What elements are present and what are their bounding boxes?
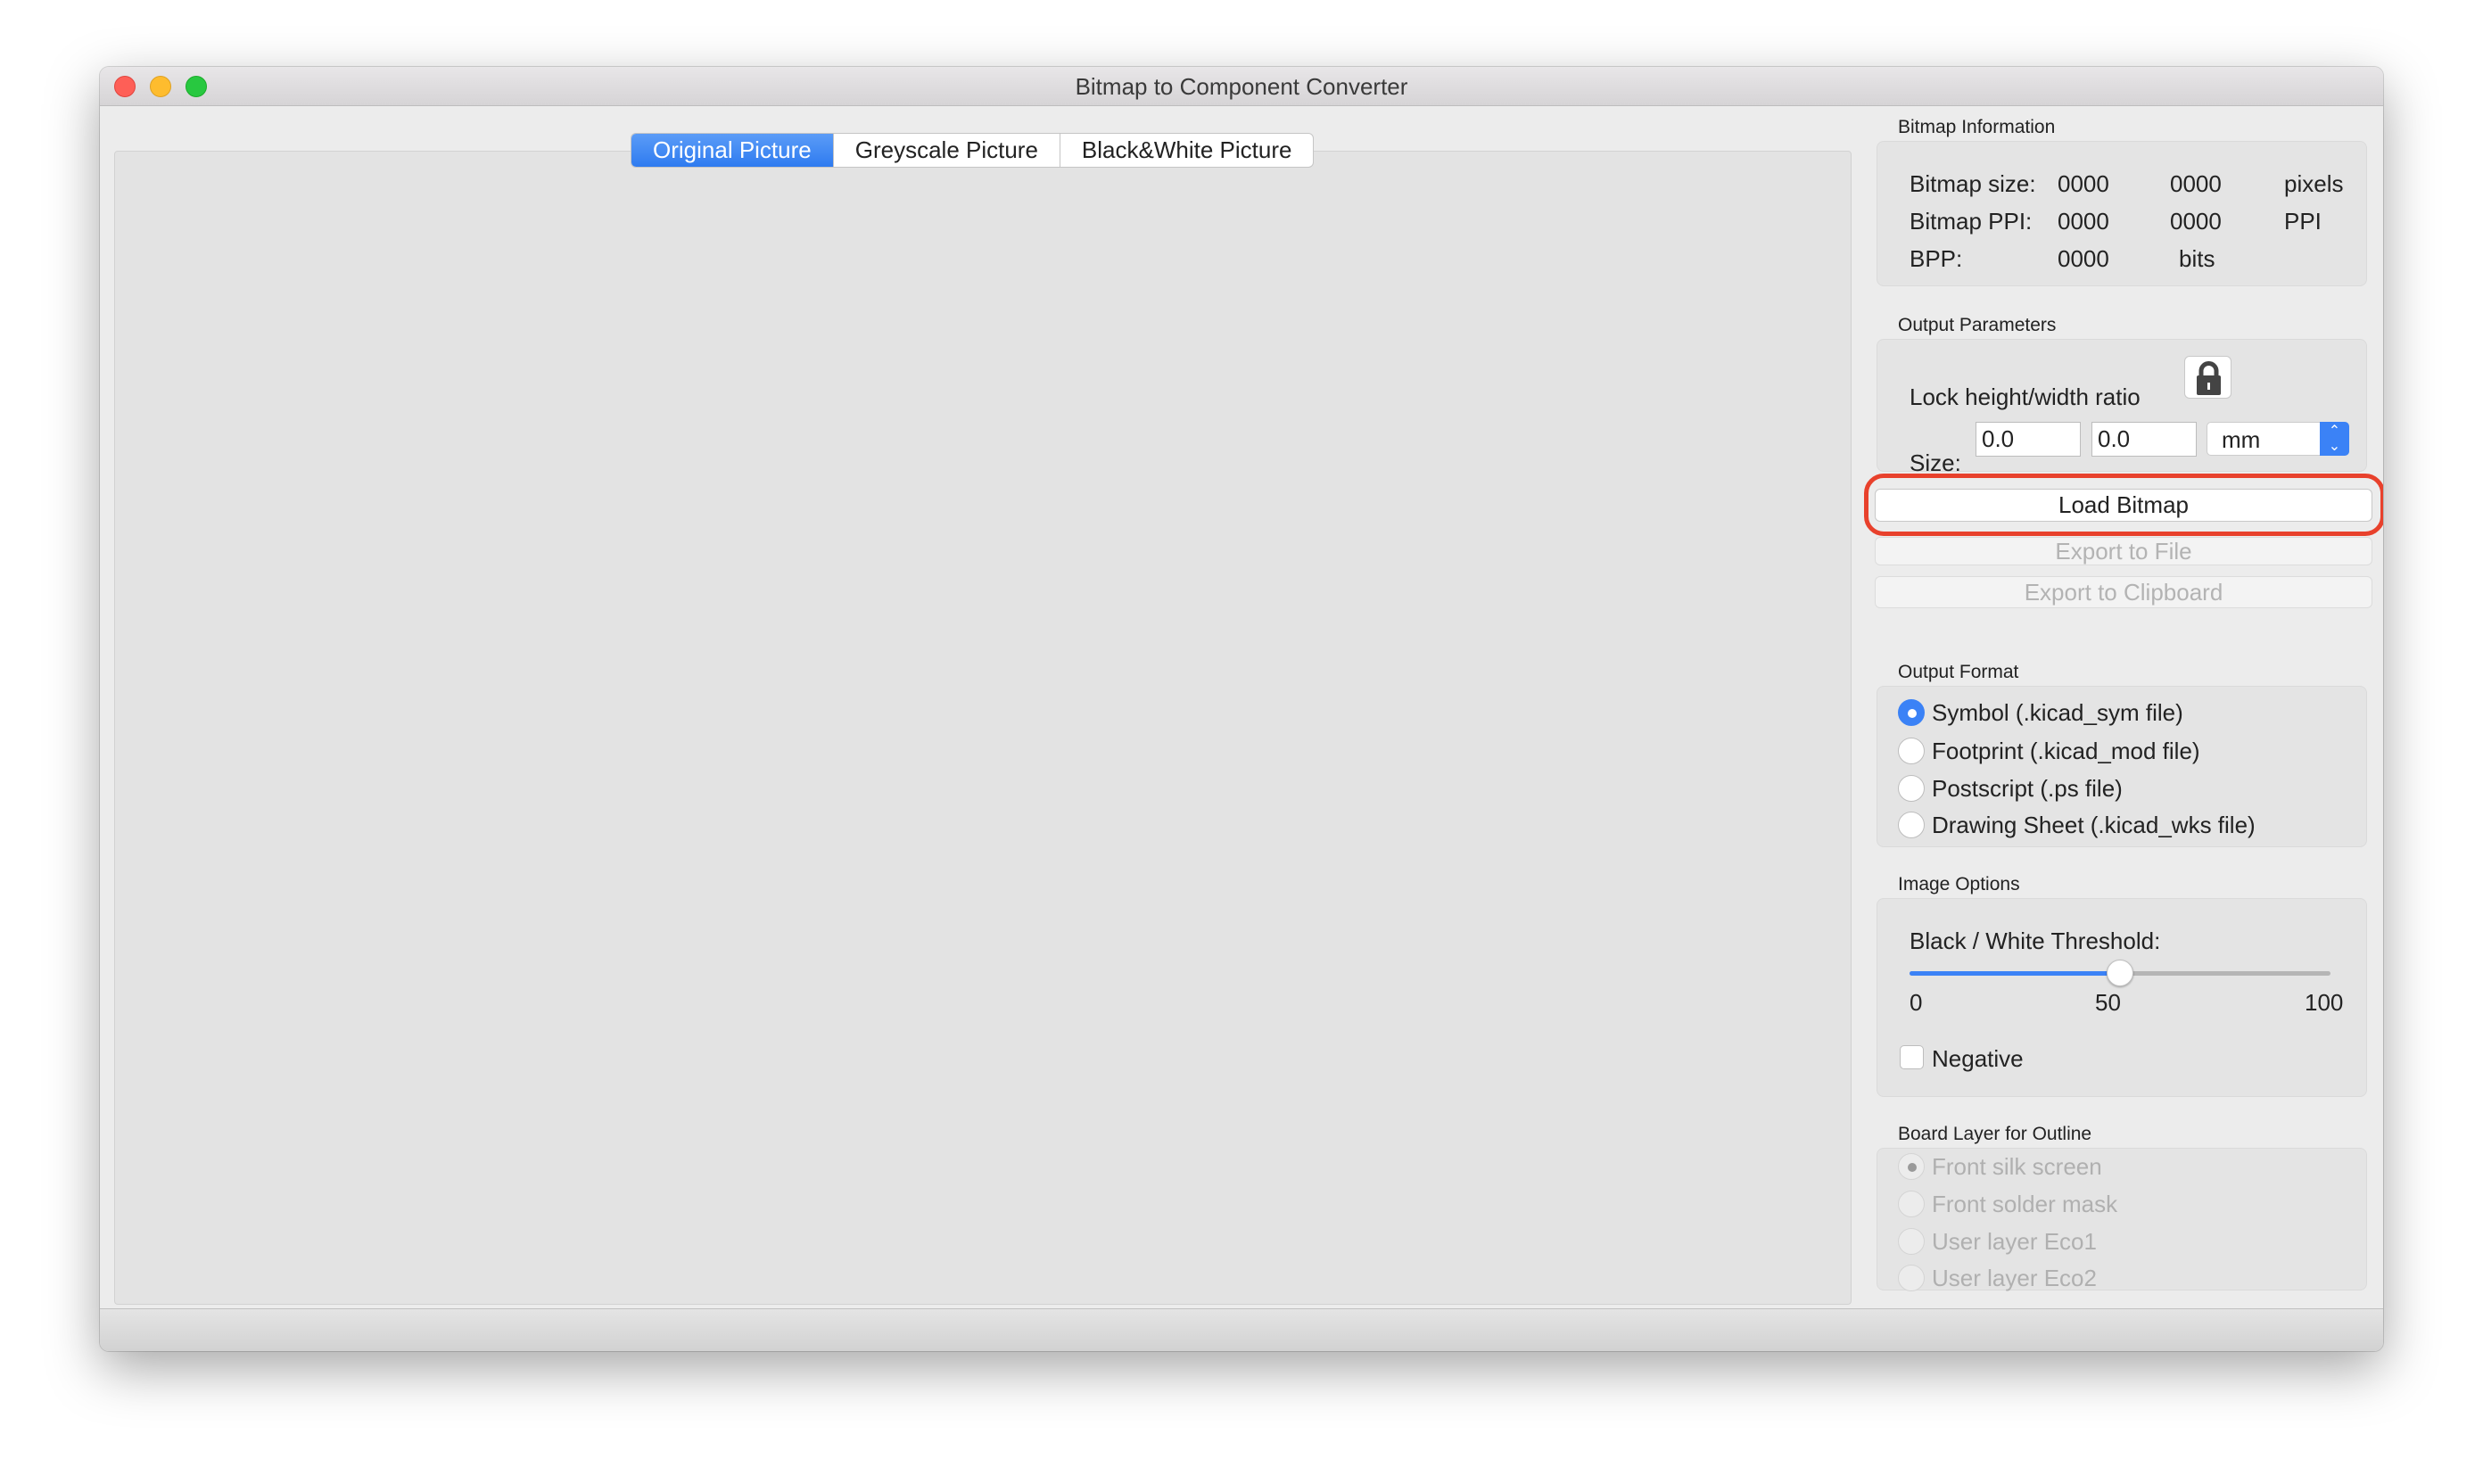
- export-to-clipboard-button[interactable]: Export to Clipboard: [1875, 576, 2372, 608]
- tab-original-picture[interactable]: Original Picture: [631, 134, 834, 167]
- bitmap-width-value: 0000: [2058, 170, 2109, 197]
- threshold-mid-label: 50: [2095, 989, 2121, 1016]
- radio-drawing-sheet-label[interactable]: Drawing Sheet (.kicad_wks file): [1932, 812, 2256, 839]
- negative-checkbox[interactable]: [1900, 1045, 1924, 1069]
- radio-eco1[interactable]: [1898, 1228, 1925, 1255]
- radio-footprint-label[interactable]: Footprint (.kicad_mod file): [1932, 738, 2200, 765]
- board-layer-label: Board Layer for Outline: [1898, 1124, 2092, 1144]
- bitmap-ppi-label: Bitmap PPI:: [1910, 208, 2033, 235]
- bitmap-size-unit: pixels: [2284, 170, 2344, 197]
- radio-front-silk-label[interactable]: Front silk screen: [1932, 1153, 2102, 1181]
- load-bitmap-button[interactable]: Load Bitmap: [1875, 489, 2372, 522]
- threshold-slider-knob[interactable]: [2107, 960, 2133, 986]
- bpp-value: 0000: [2058, 245, 2109, 272]
- ppi-y-value: 0000: [2170, 208, 2222, 235]
- bitmap-size-label: Bitmap size:: [1910, 170, 2036, 197]
- bitmap-info-label: Bitmap Information: [1898, 117, 2056, 137]
- lock-ratio-label: Lock height/width ratio: [1910, 383, 2141, 410]
- radio-drawing-sheet[interactable]: [1898, 812, 1925, 838]
- negative-label[interactable]: Negative: [1932, 1045, 2024, 1073]
- radio-eco1-label[interactable]: User layer Eco1: [1932, 1228, 2097, 1256]
- picture-tabs: Original Picture Greyscale Picture Black…: [631, 133, 1315, 168]
- radio-front-solder-mask[interactable]: [1898, 1191, 1925, 1217]
- title-bar: Bitmap to Component Converter: [100, 67, 2383, 106]
- output-format-label: Output Format: [1898, 662, 2019, 682]
- zoom-button[interactable]: [186, 76, 207, 97]
- output-params-label: Output Parameters: [1898, 315, 2057, 335]
- radio-footprint[interactable]: [1898, 738, 1925, 764]
- radio-postscript-label[interactable]: Postscript (.ps file): [1932, 775, 2123, 803]
- status-bar: [100, 1308, 2383, 1351]
- threshold-slider[interactable]: [1910, 960, 2330, 986]
- radio-eco2-label[interactable]: User layer Eco2: [1932, 1265, 2097, 1292]
- tab-greyscale-picture[interactable]: Greyscale Picture: [834, 134, 1060, 167]
- threshold-label: Black / White Threshold:: [1910, 928, 2161, 954]
- chevron-updown-icon: ⌃ ⌄: [2320, 422, 2349, 456]
- app-window: Bitmap to Component Converter Original P…: [100, 67, 2383, 1351]
- window-title: Bitmap to Component Converter: [1075, 73, 1408, 100]
- radio-eco2[interactable]: [1898, 1265, 1925, 1291]
- lock-ratio-button[interactable]: [2184, 356, 2231, 399]
- unit-select-value: mm: [2222, 426, 2261, 453]
- bpp-unit: bits: [2179, 245, 2215, 272]
- size-height-input[interactable]: 0.0: [2091, 422, 2197, 457]
- threshold-slider-fill: [1910, 971, 2120, 976]
- picture-canvas: [114, 151, 1852, 1305]
- radio-front-silk[interactable]: [1898, 1153, 1925, 1180]
- close-button[interactable]: [114, 76, 136, 97]
- bpp-label: BPP:: [1910, 245, 1963, 272]
- image-options-label: Image Options: [1898, 874, 2020, 895]
- export-to-file-button[interactable]: Export to File: [1875, 537, 2372, 565]
- radio-symbol-label[interactable]: Symbol (.kicad_sym file): [1932, 699, 2183, 727]
- lock-icon: [2197, 361, 2221, 395]
- tab-black-white-picture[interactable]: Black&White Picture: [1060, 134, 1314, 167]
- radio-symbol[interactable]: [1898, 699, 1925, 726]
- threshold-max-label: 100: [2305, 989, 2344, 1016]
- bitmap-height-value: 0000: [2170, 170, 2222, 197]
- threshold-min-label: 0: [1910, 989, 1923, 1016]
- minimize-button[interactable]: [150, 76, 171, 97]
- radio-postscript[interactable]: [1898, 775, 1925, 802]
- unit-select[interactable]: mm ⌃ ⌄: [2207, 422, 2349, 456]
- ppi-unit: PPI: [2284, 208, 2322, 235]
- ppi-x-value: 0000: [2058, 208, 2109, 235]
- radio-front-solder-mask-label[interactable]: Front solder mask: [1932, 1191, 2117, 1218]
- size-width-input[interactable]: 0.0: [1976, 422, 2081, 457]
